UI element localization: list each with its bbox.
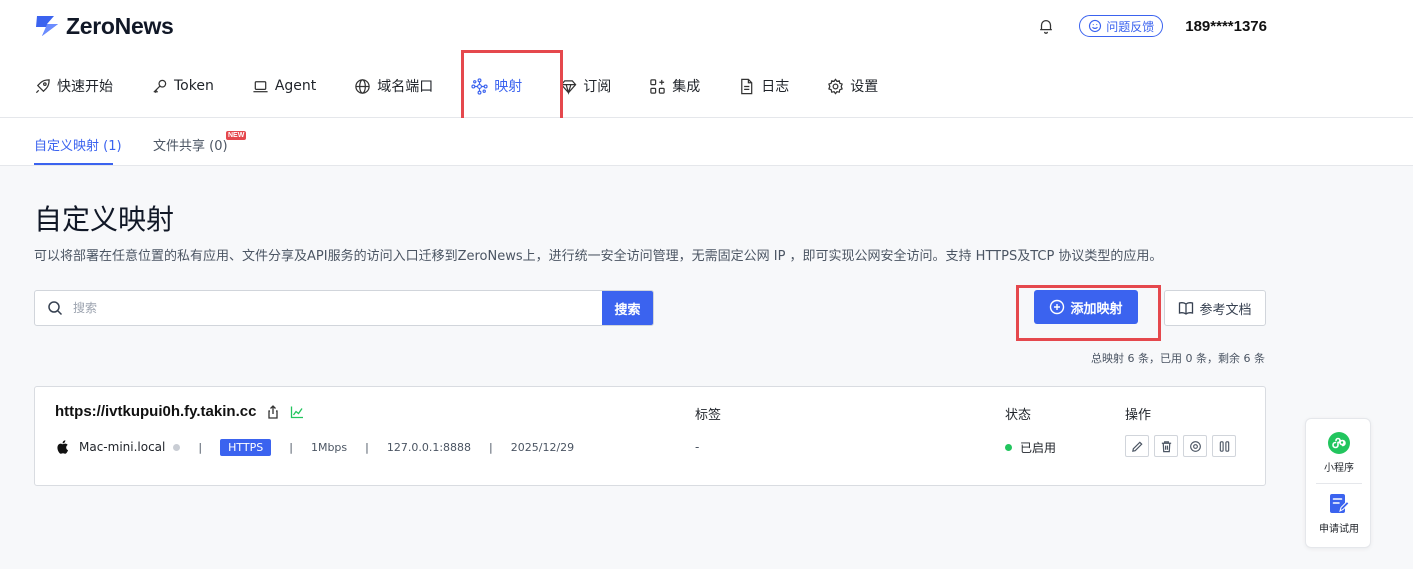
quota-text: 总映射 6 条，已用 0 条，剩余 6 条 bbox=[1091, 352, 1265, 365]
gear-icon bbox=[828, 77, 844, 95]
rocket-icon bbox=[35, 78, 50, 93]
nav-item-domain-port[interactable]: 域名端口 bbox=[354, 72, 433, 100]
nav-item-subscription[interactable]: 订阅 bbox=[560, 72, 611, 100]
separator: | bbox=[489, 440, 493, 454]
row-actions bbox=[1125, 435, 1236, 457]
mapping-url[interactable]: https://ivtkupui0h.fy.takin.cc bbox=[55, 403, 256, 420]
settings-button[interactable] bbox=[1183, 435, 1207, 457]
pencil-icon bbox=[1131, 440, 1143, 452]
logo[interactable]: ZeroNews bbox=[34, 12, 174, 40]
separator: | bbox=[289, 440, 293, 454]
miniprogram-icon bbox=[1328, 432, 1350, 454]
toggle-button[interactable] bbox=[1212, 435, 1236, 457]
mapping-card: https://ivtkupui0h.fy.takin.cc 标签 状态 操作 … bbox=[34, 386, 1266, 486]
main-content: 自定义映射 可以将部署在任意位置的私有应用、文件分享及API服务的访问入口迁移到… bbox=[0, 166, 1413, 569]
floating-widget: 小程序 申请试用 bbox=[1305, 418, 1371, 548]
nav-highlight-box bbox=[461, 50, 563, 122]
tab-custom-mapping[interactable]: 自定义映射 (1) bbox=[34, 135, 122, 154]
column-header-status: 状态 bbox=[1005, 408, 1032, 423]
document-icon bbox=[741, 78, 753, 94]
user-account[interactable]: 189****1376 bbox=[1185, 18, 1267, 35]
page-title: 自定义映射 bbox=[34, 203, 175, 236]
page-description: 可以将部署在任意位置的私有应用、文件分享及API服务的访问入口迁移到ZeroNe… bbox=[34, 249, 1163, 264]
delete-button[interactable] bbox=[1154, 435, 1178, 457]
feedback-button[interactable]: 问题反馈 bbox=[1079, 15, 1164, 37]
miniprogram-link[interactable]: 小程序 bbox=[1306, 431, 1372, 474]
column-header-tags: 标签 bbox=[695, 408, 722, 423]
add-highlight-box bbox=[1016, 285, 1161, 341]
separator: | bbox=[198, 440, 203, 454]
apply-trial-link[interactable]: 申请试用 bbox=[1306, 492, 1372, 535]
search-button[interactable]: 搜索 bbox=[602, 291, 653, 325]
trash-icon bbox=[1161, 440, 1171, 452]
docs-button[interactable]: 参考文档 bbox=[1164, 290, 1266, 326]
docs-label: 参考文档 bbox=[1199, 302, 1252, 318]
bell-icon[interactable] bbox=[1037, 17, 1055, 35]
status-text: 已启用 bbox=[1020, 441, 1057, 455]
grid-plus-icon bbox=[650, 78, 666, 94]
search-icon bbox=[48, 301, 63, 316]
nav-item-agent[interactable]: Agent bbox=[252, 72, 316, 100]
column-header-actions: 操作 bbox=[1125, 408, 1152, 423]
target-address: 127.0.0.1:8888 bbox=[386, 440, 472, 454]
tags-value: - bbox=[695, 440, 700, 454]
nav-item-logs[interactable]: 日志 bbox=[738, 72, 789, 100]
globe-icon bbox=[355, 78, 371, 94]
pause-bars-icon bbox=[1219, 440, 1229, 452]
form-edit-icon bbox=[1330, 494, 1350, 513]
nav-item-settings[interactable]: 设置 bbox=[827, 72, 878, 100]
sub-tabs: 自定义映射 (1) 文件共享 (0) NEW bbox=[0, 118, 1413, 166]
edit-button[interactable] bbox=[1125, 435, 1149, 457]
share-icon[interactable] bbox=[266, 404, 280, 419]
bandwidth: 1Mbps bbox=[310, 440, 348, 454]
status-dot bbox=[1005, 444, 1012, 451]
active-tab-underline bbox=[34, 163, 113, 165]
status-badge: 已启用 bbox=[1005, 439, 1056, 456]
protocol-badge: HTTPS bbox=[220, 438, 272, 456]
nav-item-quickstart[interactable]: 快速开始 bbox=[34, 72, 113, 100]
nav-item-token[interactable]: Token bbox=[151, 72, 214, 100]
nav-item-integration[interactable]: 集成 bbox=[649, 72, 700, 100]
smile-icon bbox=[1089, 19, 1102, 33]
new-badge: NEW bbox=[226, 131, 247, 140]
logo-bolt-icon bbox=[36, 16, 58, 36]
search-input[interactable] bbox=[73, 291, 602, 325]
created-date: 2025/12/29 bbox=[510, 440, 575, 454]
laptop-icon bbox=[253, 80, 268, 92]
logo-text: ZeroNews bbox=[66, 12, 174, 39]
apple-icon bbox=[57, 440, 68, 454]
search-bar: 搜索 bbox=[34, 290, 654, 326]
app-header: ZeroNews 问题反馈 189****1376 快速开始 Token Age… bbox=[0, 0, 1413, 122]
chart-icon[interactable] bbox=[290, 405, 304, 419]
key-icon bbox=[153, 79, 167, 93]
tab-file-sharing[interactable]: 文件共享 (0) bbox=[153, 135, 228, 154]
feedback-label: 问题反馈 bbox=[1106, 19, 1155, 34]
host-status-dot bbox=[173, 443, 181, 451]
gear-icon bbox=[1189, 440, 1201, 452]
divider bbox=[1316, 483, 1362, 484]
separator: | bbox=[365, 440, 369, 454]
book-icon bbox=[1179, 302, 1194, 315]
mapping-meta: Mac-mini.local | HTTPS | 1Mbps | 127.0.0… bbox=[55, 437, 574, 457]
host-name: Mac-mini.local bbox=[79, 440, 166, 454]
